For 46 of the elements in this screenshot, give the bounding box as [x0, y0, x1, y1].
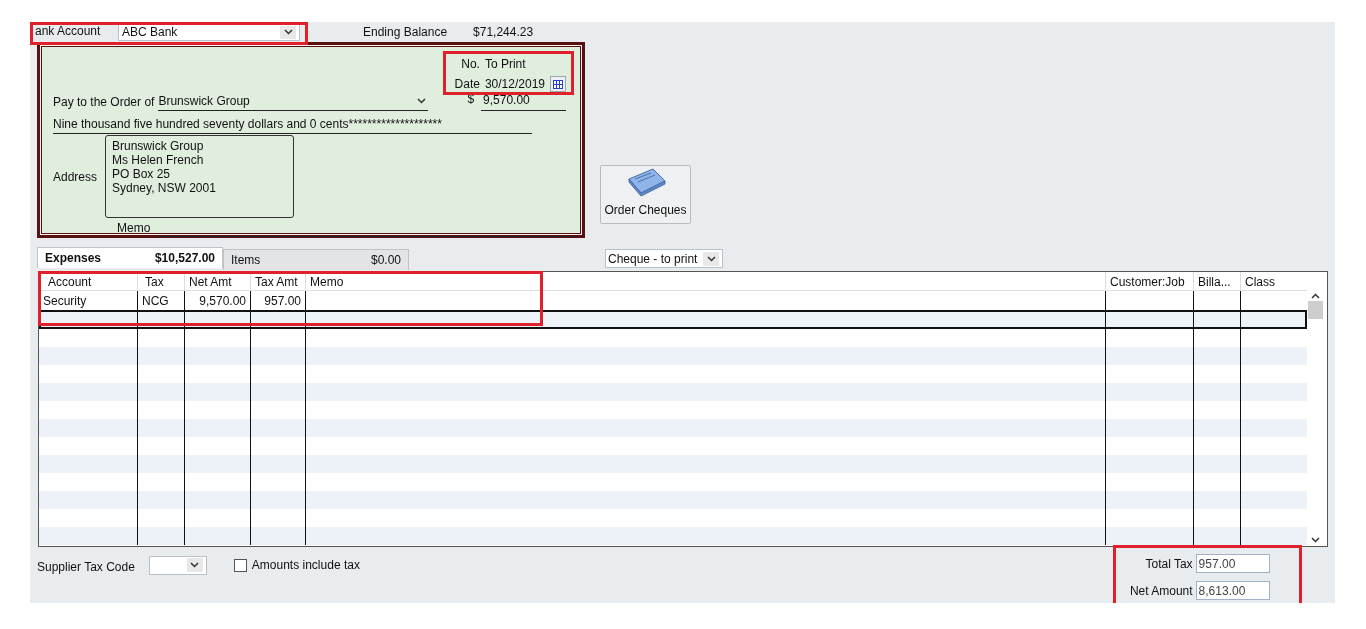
cheque-number-label: No. — [460, 56, 480, 73]
caret-icon — [416, 98, 426, 104]
column-header[interactable]: Net Amt — [184, 272, 250, 291]
table-cell-text: Security — [42, 292, 88, 310]
pay-to-label: Pay to the Order of — [53, 94, 155, 111]
address-field[interactable]: Brunswick Group Ms Helen French PO Box 25 Sydney, NSW 2001 — [105, 135, 294, 218]
date-field[interactable]: 30/12/2019 — [484, 75, 545, 93]
tab[interactable]: Expenses $10,527.00 — [37, 247, 223, 268]
payee-field[interactable]: Brunswick Group — [158, 92, 429, 111]
scrollbar-thumb[interactable] — [1308, 301, 1323, 319]
order-cheques-button[interactable]: Order Cheques — [600, 165, 691, 224]
date-label: Date — [454, 76, 480, 93]
caret-icon — [706, 255, 716, 262]
cheque-number-value: To Print — [484, 56, 527, 73]
print-status-dropdown[interactable]: Cheque - to print — [605, 249, 723, 268]
column-header[interactable]: Account — [39, 272, 137, 291]
total-field: 8,613.00 — [1195, 581, 1270, 600]
ending-balance-label: Ending Balance — [363, 24, 448, 41]
column-header[interactable]: Customer:Job — [1105, 272, 1193, 291]
column-header[interactable]: Tax — [137, 272, 184, 291]
address-line: Sydney, NSW 2001 — [112, 181, 217, 195]
amount-in-words: Nine thousand five hundred seventy dollars and 0 cents******************** — [53, 115, 532, 134]
amount-field[interactable]: 9,570.00 — [481, 91, 567, 111]
column-header[interactable]: Memo — [305, 272, 1105, 291]
amounts-include-tax-checkbox[interactable] — [233, 558, 247, 572]
caret-icon — [283, 29, 293, 35]
address-line: Ms Helen French — [112, 153, 205, 167]
tab[interactable]: Items $0.00 — [223, 249, 409, 270]
address-label: Address — [53, 168, 99, 186]
total-label: Net Amount — [1129, 582, 1193, 600]
total-label: Total Tax — [1145, 555, 1193, 573]
calendar-icon[interactable] — [550, 76, 566, 92]
memo-label: Memo — [117, 220, 151, 237]
bank-account-label: ank Account — [35, 23, 102, 40]
scroll-up-icon[interactable] — [1311, 293, 1320, 299]
caret-icon — [190, 562, 200, 568]
supplier-tax-code-label: Supplier Tax Code — [37, 559, 135, 576]
column-header[interactable]: Class — [1240, 272, 1305, 291]
column-header[interactable]: Tax Amt — [250, 272, 305, 291]
column-header[interactable]: Billa... — [1193, 272, 1240, 291]
caret-icon — [1311, 537, 1320, 543]
amounts-include-tax-label[interactable]: Amounts include tax — [251, 556, 360, 574]
ending-balance-value: $71,244.23 — [473, 24, 534, 41]
total-field: 957.00 — [1195, 554, 1270, 573]
address-line: PO Box 25 — [112, 167, 172, 181]
address-line: Brunswick Group — [112, 139, 205, 153]
